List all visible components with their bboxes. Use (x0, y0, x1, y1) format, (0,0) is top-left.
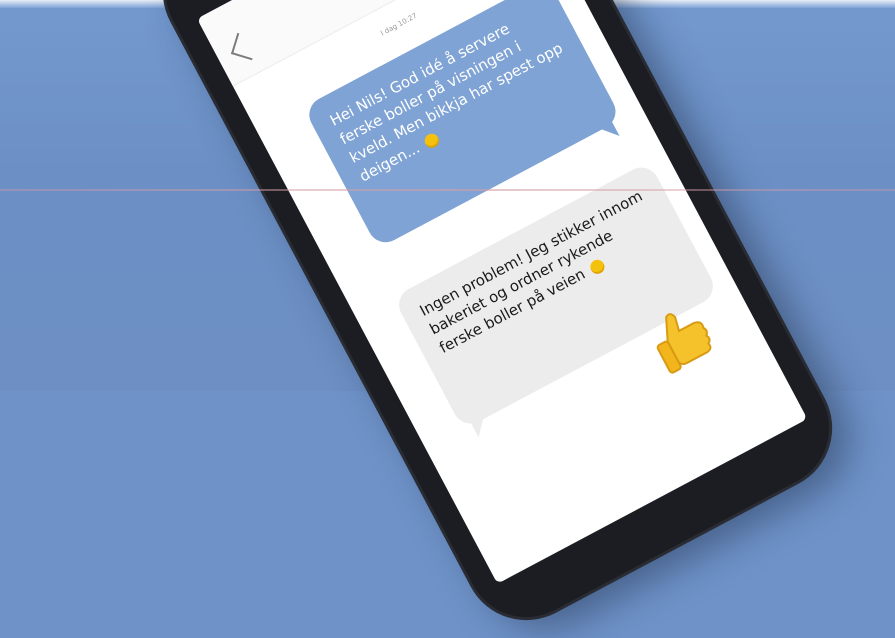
worried-face-icon (422, 130, 442, 150)
smiling-face-icon (587, 256, 607, 276)
received-message-text: Ingen problem! Jeg stikker innom bakerie… (416, 186, 646, 357)
scan-artifact-line (0, 189, 895, 191)
